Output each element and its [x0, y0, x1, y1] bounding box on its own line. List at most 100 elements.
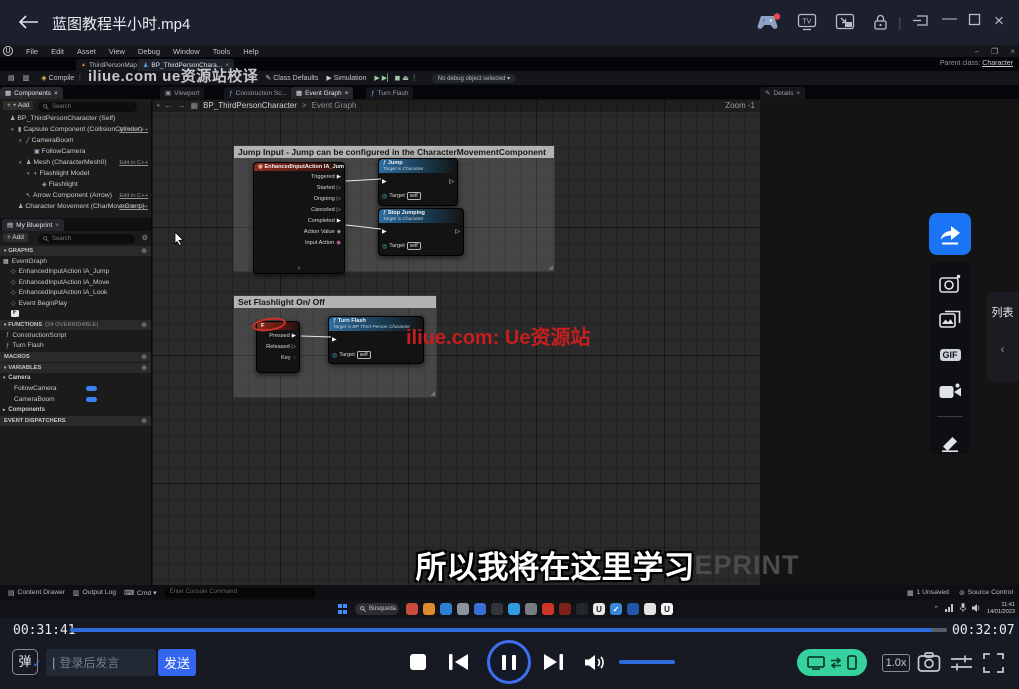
event-graph-canvas: ▾ ← → ▦ BP_ThirdPersonCharacter > Event …	[152, 99, 760, 585]
taskbar-app-icon	[559, 603, 571, 615]
ue-menu-item: File	[26, 47, 38, 56]
node-stop-jumping: ƒ Stop Jumping Target is Character ▶ ▷ ◎…	[378, 208, 464, 256]
swap-arrows-icon	[830, 657, 842, 669]
titlebar-divider: |	[898, 14, 902, 30]
toolbar-divider	[937, 416, 963, 417]
previous-button[interactable]	[449, 653, 470, 676]
pin-icon: ▶	[292, 333, 296, 339]
my-blueprint-search-input: Search	[38, 234, 135, 244]
graph-list-item: ▦ EventGraph	[0, 256, 151, 267]
lock-icon[interactable]	[872, 13, 889, 36]
details-panel	[760, 99, 1019, 585]
source-control-icon: ⊘	[959, 589, 965, 597]
monitor-icon	[807, 656, 825, 670]
simulate-icon: ▶	[326, 74, 331, 82]
function-list-item: ƒ Turn Flash	[0, 341, 151, 352]
taskbar-app-icon	[525, 603, 537, 615]
taskbar-app-icon: U	[661, 603, 673, 615]
functions-section-header: ▾FUNCTIONS (34 OVERRIDABLE) ⊕	[0, 320, 151, 330]
tab-components: ▦ Components ×	[0, 87, 63, 99]
cmd-dropdown: ⌨Cmd ▾	[124, 589, 156, 597]
ue-minimize-glyph: –	[975, 47, 979, 56]
component-icon: ♟	[18, 203, 23, 210]
taskbar-app-icon	[508, 603, 520, 615]
exec-in-pin: ▶	[382, 228, 387, 235]
system-tray: ⌃ 11:41 14/01/2023	[933, 602, 1015, 615]
target-pin-icon: ◎	[382, 243, 387, 250]
speaker-icon	[584, 654, 608, 671]
camera-icon	[939, 274, 961, 293]
volume-slider[interactable]	[619, 660, 675, 664]
back-button[interactable]	[16, 13, 40, 36]
target-pin-icon: ◎	[382, 193, 387, 200]
fullscreen-button[interactable]	[983, 653, 1004, 678]
unreal-logo-icon: U	[3, 46, 13, 56]
send-button[interactable]: 发送	[158, 649, 196, 676]
stop-button[interactable]	[410, 654, 426, 670]
annotate-pen-button[interactable]	[938, 431, 962, 453]
variable-category-camera: ▾Camera	[0, 373, 151, 384]
compile-icon: ◈	[41, 74, 46, 82]
component-icon: ▮	[18, 126, 21, 133]
danmaku-toggle[interactable]: 弹 ✓	[12, 649, 38, 675]
playlist-tab[interactable]: 列表 ‹	[986, 292, 1019, 382]
volume-button[interactable]	[584, 654, 608, 676]
taskbar-app-icon	[542, 603, 554, 615]
pin-icon: ◆	[337, 229, 341, 235]
boss-key-icon[interactable]	[912, 13, 930, 33]
share-button[interactable]	[929, 213, 971, 255]
screenshot-camera-button[interactable]	[938, 272, 962, 294]
parent-class-label: Parent class: Character	[940, 60, 1013, 67]
marker-pen-icon	[939, 433, 961, 452]
ue-menu-item: Tools	[213, 47, 231, 56]
close-button[interactable]: ×	[994, 11, 1004, 31]
tray-expand-icon: ⌃	[933, 605, 939, 613]
ue-menu: FileEditAssetViewDebugWindowToolsHelp	[26, 45, 259, 57]
maximize-button[interactable]	[968, 13, 981, 31]
mini-player-icon[interactable]	[835, 13, 855, 35]
settings-button[interactable]	[950, 654, 973, 677]
search-icon	[43, 104, 49, 110]
exec-out-pin: ▷	[455, 228, 460, 235]
variable-type-pill	[86, 386, 97, 391]
image-capture-button[interactable]	[938, 308, 962, 330]
playback-speed-button[interactable]: 1.0x	[882, 654, 910, 672]
video-surface[interactable]: U FileEditAssetViewDebugWindowToolsHelp …	[0, 45, 1019, 618]
functions-list: ƒ ConstructionScript ƒ Turn Flash	[0, 330, 151, 351]
log-icon: ▥	[73, 589, 79, 597]
next-button[interactable]	[542, 653, 563, 676]
gamepad-icon[interactable]	[755, 13, 781, 37]
taskbar-app-icons: U ✓ U	[406, 603, 673, 615]
danmaku-input[interactable]: | 登录后发言	[46, 649, 156, 676]
ue-window-controls: – ❐ ×	[975, 45, 1015, 57]
gif-capture-button[interactable]: GIF	[938, 344, 962, 366]
ue-menubar: U FileEditAssetViewDebugWindowToolsHelp …	[0, 45, 1019, 57]
component-tree-row: ▾ ♟ Mesh (CharacterMesh0) Edit in C++	[0, 157, 151, 168]
progress-bar[interactable]	[70, 628, 947, 632]
pause-button[interactable]	[487, 640, 531, 684]
ue-statusbar: ▤Content Drawer ▥Output Log ⌨Cmd ▾ Enter…	[0, 585, 1019, 600]
tab-my-blueprint: ▤ My Blueprint ×	[2, 219, 64, 231]
minimize-button[interactable]: —	[942, 10, 957, 27]
ue-menu-item: Edit	[51, 47, 64, 56]
components-search-input: Search	[38, 102, 137, 112]
graph-item-icon: ◇	[11, 268, 16, 275]
graph-list-item: ◇ EnhancedInputAction IA_Look	[0, 288, 151, 299]
pin-icon: ▶	[337, 174, 341, 180]
component-tree-row: ↖ Arrow Component (Arrow) Edit in C++	[0, 190, 151, 201]
tv-icon[interactable]: TV	[797, 13, 817, 36]
video-record-button[interactable]	[938, 380, 962, 402]
ue-paneltabs: ▦ Components × ▣Viewport ƒConstruction S…	[0, 85, 1019, 99]
node-output-pin: Triggered ▶	[254, 171, 344, 182]
my-blueprint-add-button: + Add	[3, 233, 28, 242]
exec-out-pin: ▷	[449, 178, 454, 185]
cast-device-button[interactable]	[797, 649, 867, 676]
taskbar-app-icon	[491, 603, 503, 615]
snapshot-button[interactable]	[917, 652, 941, 678]
graph-breadcrumb: ▾ ← → ▦ BP_ThirdPersonCharacter > Event …	[152, 99, 760, 112]
player-bar: 00:31:41 00:32:07 弹 ✓ | 登录后发言 发送	[0, 618, 1019, 689]
map-icon: ▲	[81, 62, 86, 68]
node-output-pin: Action Value ◆	[254, 226, 344, 237]
ue-menu-item: Asset	[77, 47, 96, 56]
collapse-chevron-icon: ˅	[254, 266, 344, 272]
